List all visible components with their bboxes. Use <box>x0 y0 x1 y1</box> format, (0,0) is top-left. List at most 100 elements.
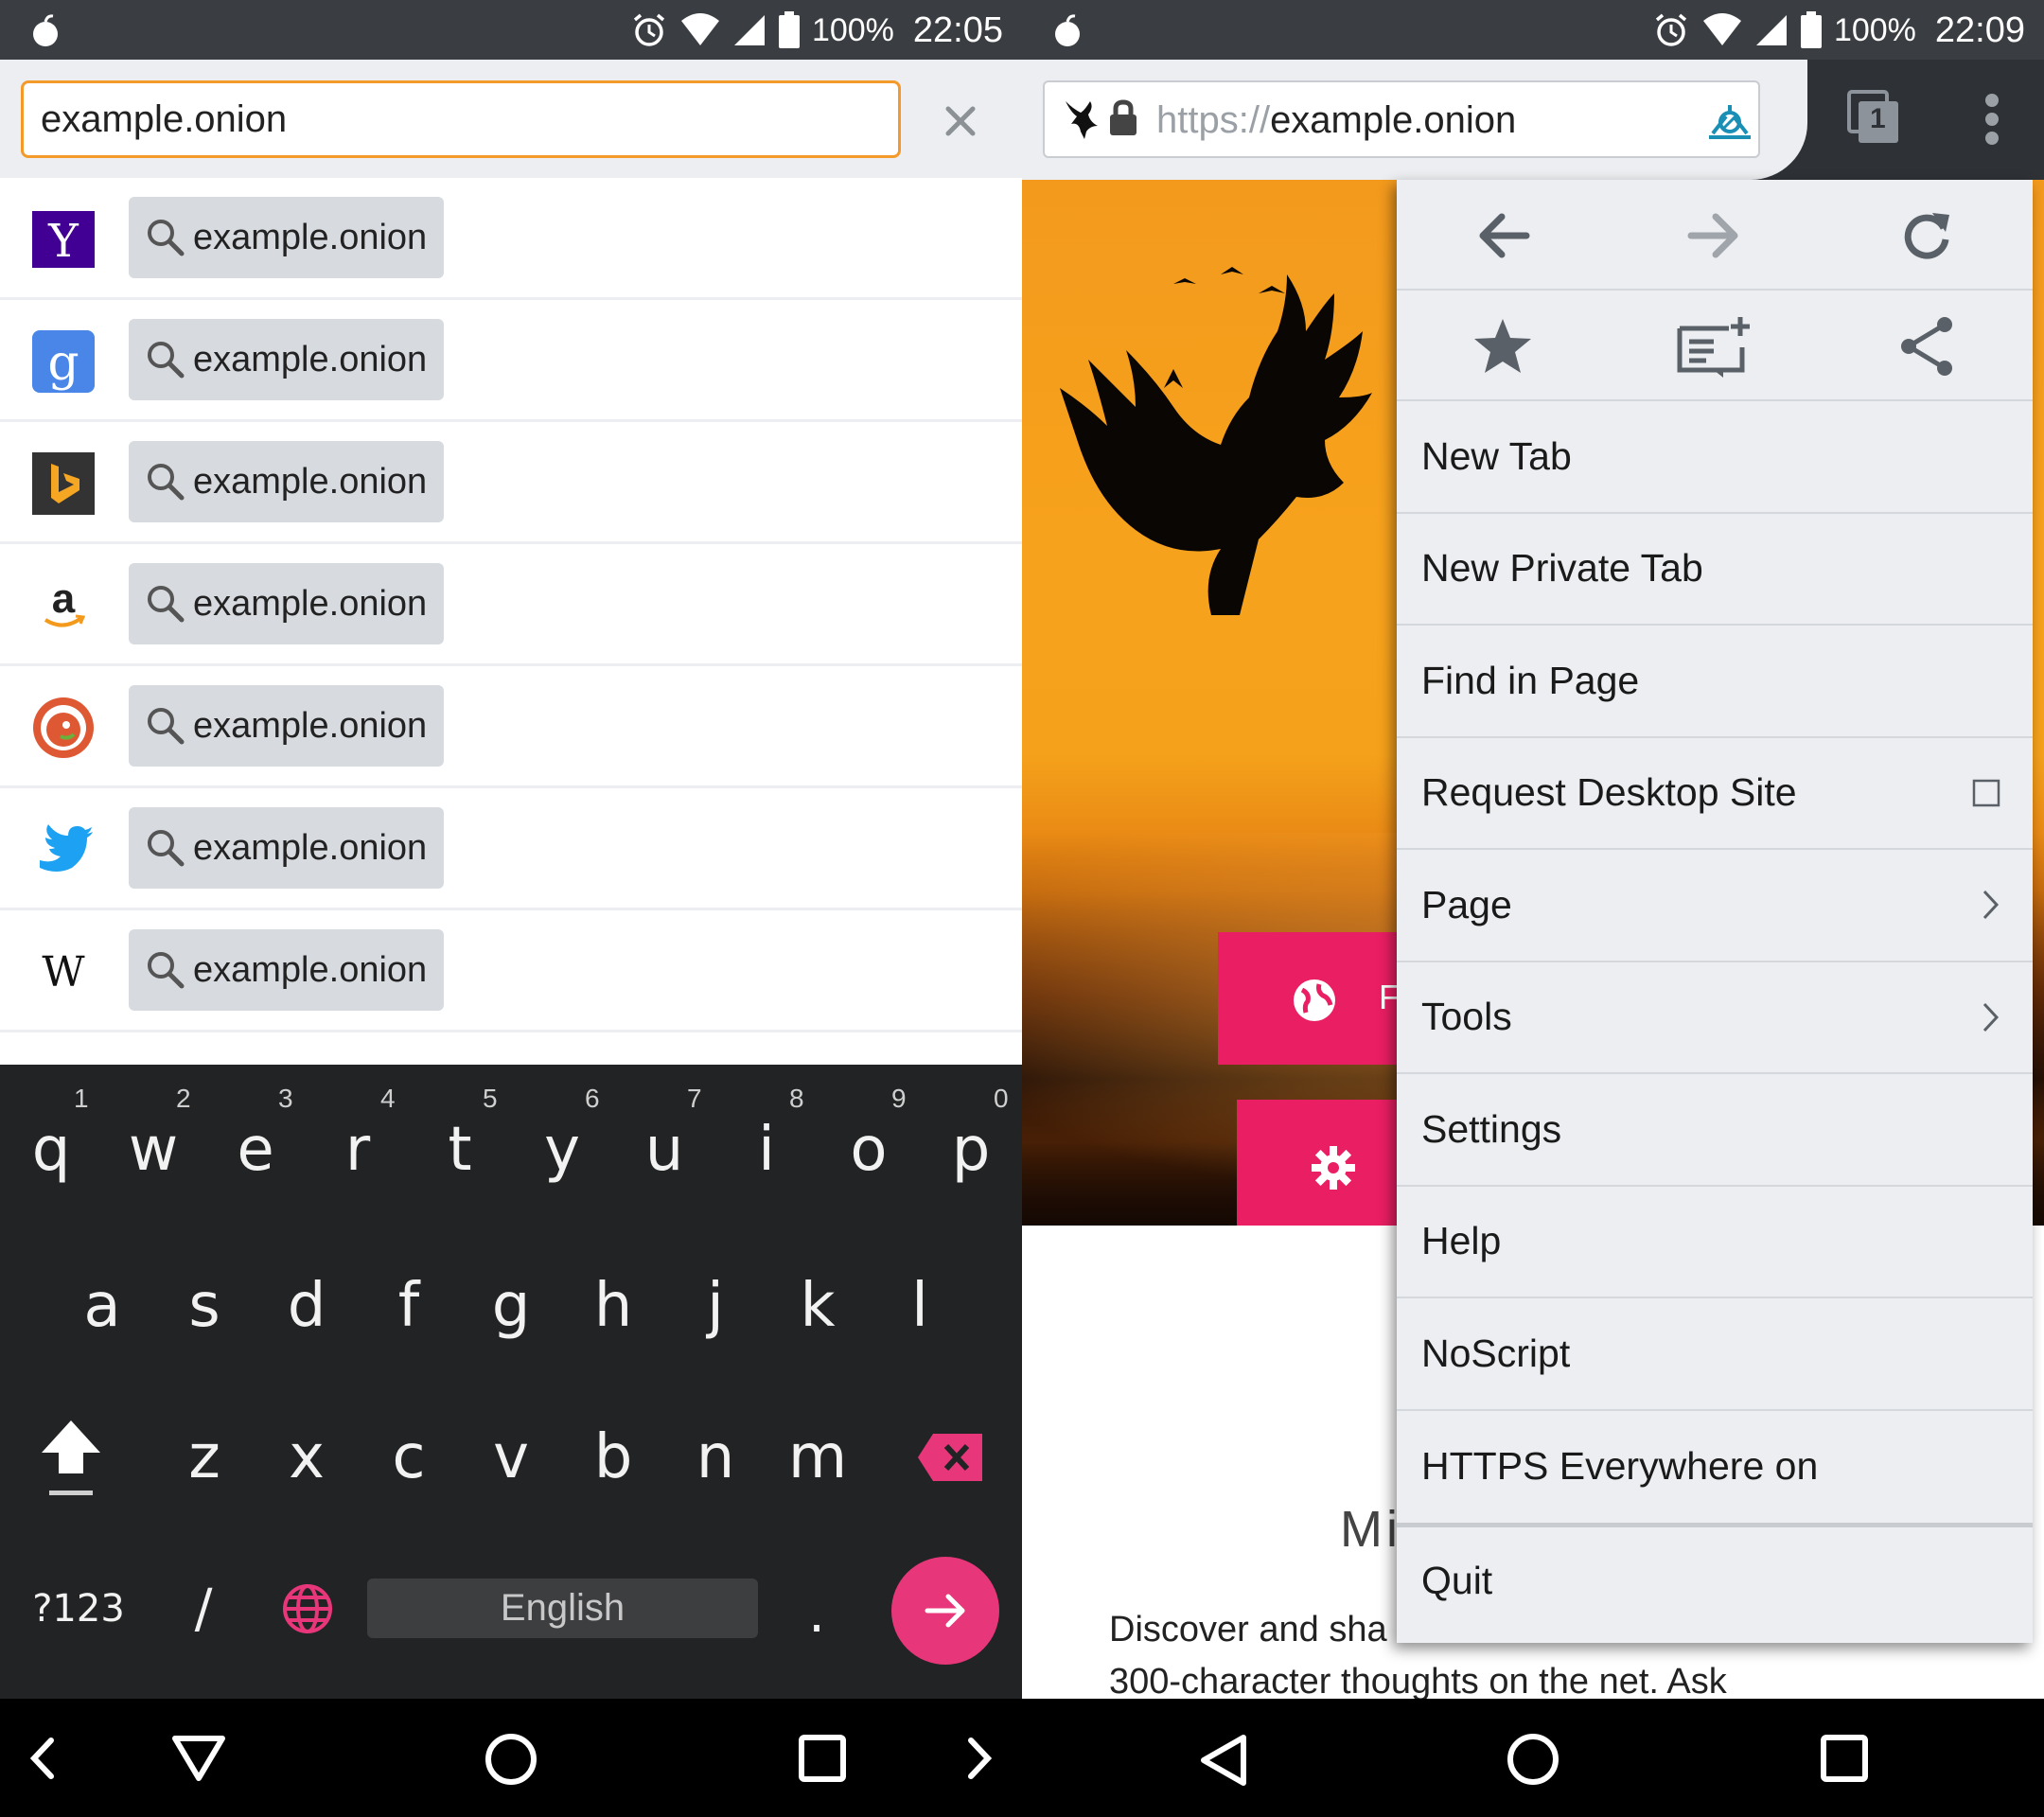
shift-key[interactable] <box>28 1405 114 1509</box>
explore-button[interactable]: F <box>1218 932 1407 1065</box>
url-input[interactable]: example.onion <box>21 80 901 158</box>
yahoo-icon: Y <box>32 208 95 271</box>
key-k[interactable]: k <box>776 1254 859 1358</box>
key-z[interactable]: z <box>163 1405 246 1509</box>
suggestion-chip[interactable]: example.onion <box>129 929 445 1011</box>
cursor-right-icon[interactable] <box>963 1737 996 1780</box>
battery-percent: 100% <box>1833 11 1916 48</box>
recents-icon[interactable] <box>797 1733 848 1784</box>
suggestion-row-twitter[interactable]: example.onion <box>0 788 1022 910</box>
key-u[interactable]: u <box>623 1103 706 1197</box>
key-r[interactable]: r <box>316 1103 399 1197</box>
key-q[interactable]: q <box>9 1103 93 1197</box>
url-panel: https://example.onion <box>1022 60 1807 180</box>
key-h[interactable]: h <box>572 1254 655 1358</box>
key-w[interactable]: w <box>112 1103 195 1197</box>
menu-item-request-desktop-site[interactable]: Request Desktop Site <box>1397 738 2033 850</box>
symbols-key[interactable]: ?123 <box>17 1571 140 1647</box>
key-n[interactable]: n <box>674 1405 757 1509</box>
back-icon[interactable] <box>1198 1732 1249 1789</box>
back-down-icon[interactable] <box>170 1734 227 1783</box>
menu-item-label: Settings <box>1421 1106 1562 1151</box>
key-i[interactable]: i <box>725 1103 808 1197</box>
key-t[interactable]: t <box>418 1103 502 1197</box>
forward-button[interactable] <box>1609 180 1821 291</box>
recents-icon[interactable] <box>1819 1733 1870 1784</box>
search-suggestions: Y example.onion g example.onion example.… <box>0 178 1022 1032</box>
orbot-icon <box>33 14 58 46</box>
twitter-icon <box>32 819 95 881</box>
suggestion-chip[interactable]: example.onion <box>129 685 445 767</box>
suggestion-chip[interactable]: example.onion <box>129 197 445 278</box>
suggestion-row-google[interactable]: g example.onion <box>0 300 1022 422</box>
backspace-key[interactable] <box>908 1405 994 1509</box>
suggestion-row-amazon[interactable]: a example.onion <box>0 544 1022 666</box>
key-d[interactable]: d <box>265 1254 348 1358</box>
menu-item-label: Page <box>1421 882 1512 926</box>
clear-icon[interactable] <box>937 97 984 145</box>
desktop-site-checkbox[interactable] <box>1972 779 2000 807</box>
url-field[interactable]: https://example.onion <box>1043 80 1760 158</box>
tabs-button[interactable]: 1 <box>1845 88 1902 147</box>
period-key[interactable]: . <box>779 1576 855 1651</box>
suggestion-chip[interactable]: example.onion <box>129 319 445 400</box>
menu-item-help[interactable]: Help <box>1397 1187 2033 1298</box>
share-button[interactable] <box>1821 291 2033 401</box>
home-icon[interactable] <box>1505 1731 1561 1788</box>
enter-key[interactable] <box>891 1557 999 1665</box>
suggestion-chip[interactable]: example.onion <box>129 807 445 889</box>
suggestion-chip[interactable]: example.onion <box>129 441 445 522</box>
globe-icon <box>283 1584 332 1633</box>
key-b[interactable]: b <box>572 1405 655 1509</box>
key-v[interactable]: v <box>469 1405 553 1509</box>
reload-button[interactable] <box>1821 180 2033 291</box>
status-bar: 100% 22:05 <box>0 0 1022 60</box>
tor-onion-icon[interactable] <box>1707 99 1753 141</box>
suggestion-row-duckduckgo[interactable]: example.onion <box>0 666 1022 788</box>
language-key[interactable] <box>270 1571 345 1647</box>
space-key[interactable]: English <box>367 1579 758 1638</box>
key-m[interactable]: m <box>776 1405 859 1509</box>
bookmark-button[interactable] <box>1397 291 1609 401</box>
more-options-icon[interactable] <box>1982 93 2001 146</box>
menu-item-quit[interactable]: Quit <box>1397 1523 2033 1634</box>
menu-item-noscript[interactable]: NoScript <box>1397 1298 2033 1411</box>
back-button[interactable] <box>1397 180 1609 291</box>
system-nav-bar <box>0 1699 1022 1817</box>
settings-button[interactable] <box>1237 1100 1407 1226</box>
clock: 22:09 <box>1934 9 2025 50</box>
suggestion-row-yahoo[interactable]: Y example.onion <box>0 178 1022 300</box>
key-g[interactable]: g <box>469 1254 553 1358</box>
cursor-left-icon[interactable] <box>26 1737 59 1780</box>
menu-item-page[interactable]: Page <box>1397 850 2033 962</box>
key-f[interactable]: f <box>367 1254 450 1358</box>
signal-icon <box>733 15 765 45</box>
menu-item-tools[interactable]: Tools <box>1397 962 2033 1074</box>
suggestion-row-wikipedia[interactable]: W example.onion <box>0 910 1022 1032</box>
suggestion-row-bing[interactable]: example.onion <box>0 422 1022 544</box>
key-a[interactable]: a <box>61 1254 144 1358</box>
bing-icon <box>32 452 95 515</box>
suggestion-text: example.onion <box>193 461 428 502</box>
menu-item-new-tab[interactable]: New Tab <box>1397 401 2033 514</box>
suggestion-text: example.onion <box>193 705 428 746</box>
key-c[interactable]: c <box>367 1405 450 1509</box>
slash-key[interactable]: / <box>166 1571 241 1647</box>
key-l[interactable]: l <box>878 1254 961 1358</box>
right-screen: 100% 22:09 https://example.onion 1 F Mi … <box>1022 0 2044 1817</box>
key-s[interactable]: s <box>163 1254 246 1358</box>
key-p[interactable]: p <box>929 1103 1013 1197</box>
key-x[interactable]: x <box>265 1405 348 1509</box>
home-icon[interactable] <box>483 1731 539 1788</box>
add-to-reading-list-button[interactable] <box>1609 291 1821 401</box>
key-j[interactable]: j <box>674 1254 757 1358</box>
menu-item-https-everywhere[interactable]: HTTPS Everywhere on <box>1397 1411 2033 1524</box>
menu-item-find-in-page[interactable]: Find in Page <box>1397 626 2033 738</box>
left-screen: 100% 22:05 example.onion Y example.onion… <box>0 0 1022 1817</box>
key-o[interactable]: o <box>827 1103 910 1197</box>
menu-item-settings[interactable]: Settings <box>1397 1074 2033 1187</box>
menu-item-new-private-tab[interactable]: New Private Tab <box>1397 514 2033 626</box>
key-e[interactable]: e <box>214 1103 297 1197</box>
key-y[interactable]: y <box>520 1103 604 1197</box>
suggestion-chip[interactable]: example.onion <box>129 563 445 644</box>
